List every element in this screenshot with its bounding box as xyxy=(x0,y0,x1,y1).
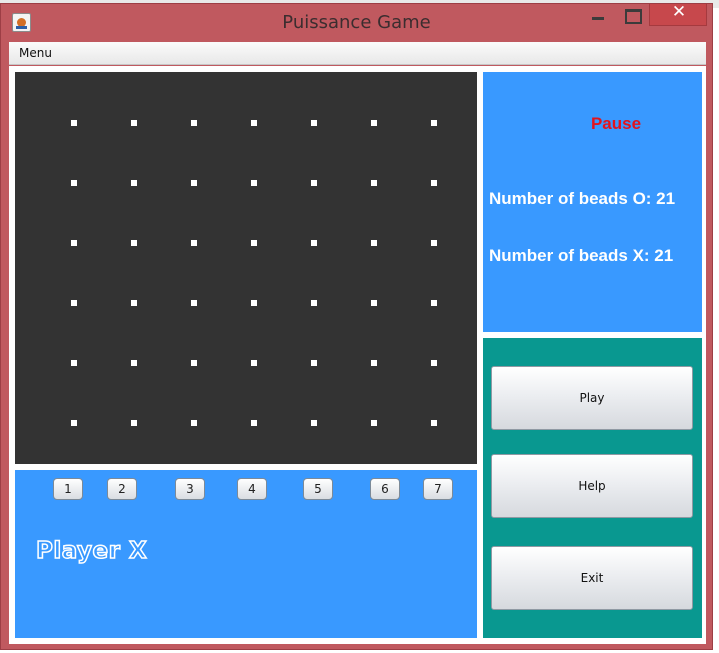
board-cell xyxy=(371,300,377,306)
column-3-button[interactable]: 3 xyxy=(175,478,205,500)
play-button[interactable]: Play xyxy=(491,366,693,430)
controls-panel: 1 2 3 4 5 6 7 Player X xyxy=(15,470,477,638)
board-cell xyxy=(191,300,197,306)
beads-x-count: Number of beads X: 21 xyxy=(489,246,674,265)
board-cell xyxy=(131,180,137,186)
board-cell xyxy=(371,360,377,366)
close-icon: ✕ xyxy=(671,2,687,22)
board-cell xyxy=(311,240,317,246)
info-panel: Pause Number of beads O: 21 Number of be… xyxy=(483,72,702,332)
board-cell xyxy=(431,360,437,366)
board-cell xyxy=(71,300,77,306)
game-state-label: Pause xyxy=(590,114,642,133)
maximize-button[interactable] xyxy=(616,4,646,26)
board-cell xyxy=(311,300,317,306)
board-cell xyxy=(251,180,257,186)
game-board[interactable] xyxy=(15,72,477,464)
board-cell xyxy=(371,420,377,426)
board-cell xyxy=(251,300,257,306)
app-window: Puissance Game ✕ Menu 1 2 3 4 5 6 7 Play… xyxy=(0,2,713,650)
current-player-label: Player X xyxy=(35,537,148,565)
board-cell xyxy=(131,420,137,426)
board-cell xyxy=(251,120,257,126)
column-2-button[interactable]: 2 xyxy=(107,478,137,500)
board-cell xyxy=(71,360,77,366)
board-cell xyxy=(431,420,437,426)
board-cell xyxy=(251,420,257,426)
board-cell xyxy=(251,240,257,246)
board-cell xyxy=(191,180,197,186)
board-cell xyxy=(131,360,137,366)
board-cell xyxy=(431,180,437,186)
board-cell xyxy=(191,240,197,246)
board-cell xyxy=(371,240,377,246)
board-cell xyxy=(131,300,137,306)
board-cell xyxy=(371,180,377,186)
board-cell xyxy=(71,420,77,426)
title-bar: Puissance Game ✕ xyxy=(1,2,712,40)
menu-bar: Menu xyxy=(9,42,706,65)
board-cell xyxy=(311,180,317,186)
beads-o-count: Number of beads O: 21 xyxy=(489,189,676,208)
board-cell xyxy=(71,240,77,246)
close-button[interactable]: ✕ xyxy=(649,2,707,26)
board-cell xyxy=(311,420,317,426)
board-cell xyxy=(371,120,377,126)
column-5-button[interactable]: 5 xyxy=(303,478,333,500)
board-cell xyxy=(431,300,437,306)
board-cell xyxy=(431,120,437,126)
column-6-button[interactable]: 6 xyxy=(370,478,400,500)
actions-panel: Play Help Exit xyxy=(483,338,702,638)
help-button[interactable]: Help xyxy=(491,454,693,518)
board-cell xyxy=(131,120,137,126)
board-cell xyxy=(431,240,437,246)
menu-item-menu[interactable]: Menu xyxy=(19,46,52,60)
board-cell xyxy=(311,120,317,126)
board-cell xyxy=(131,240,137,246)
board-cell xyxy=(191,360,197,366)
minimize-button[interactable] xyxy=(582,4,612,26)
column-7-button[interactable]: 7 xyxy=(423,478,453,500)
board-cell xyxy=(311,360,317,366)
content-pane: 1 2 3 4 5 6 7 Player X Pause Number of b… xyxy=(9,66,706,644)
column-1-button[interactable]: 1 xyxy=(53,478,83,500)
board-cell xyxy=(191,120,197,126)
board-cell xyxy=(71,180,77,186)
column-4-button[interactable]: 4 xyxy=(237,478,267,500)
board-cell xyxy=(251,360,257,366)
exit-button[interactable]: Exit xyxy=(491,546,693,610)
board-cell xyxy=(71,120,77,126)
board-cell xyxy=(191,420,197,426)
